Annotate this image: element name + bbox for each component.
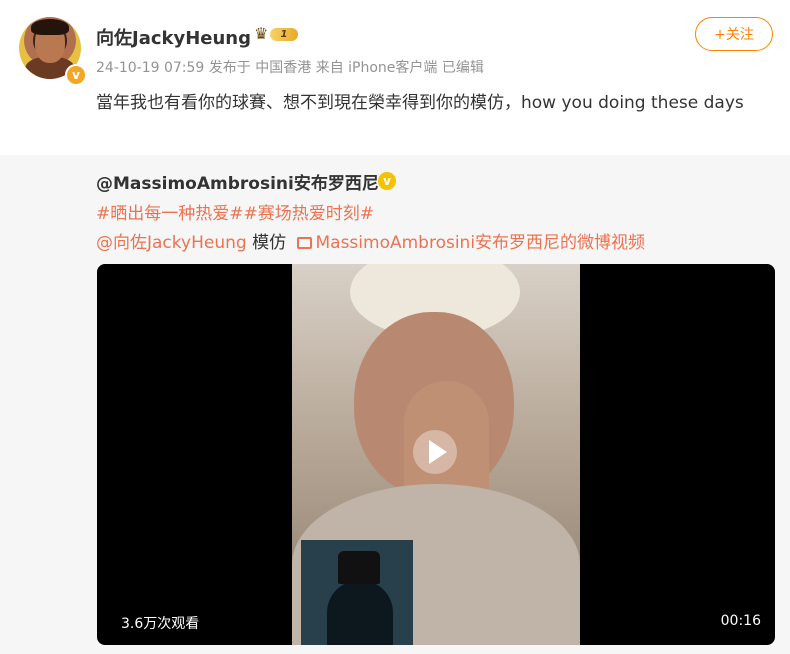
vip-level: 1 [270, 28, 298, 41]
video-link[interactable]: MassimoAmbrosini安布罗西尼的微博视频 [315, 233, 645, 253]
inset-hat [338, 551, 380, 584]
repost-author[interactable]: @MassimoAmbrosini安布罗西尼 [96, 169, 379, 194]
author-name[interactable]: 向佐JackyHeung [96, 24, 251, 50]
action-text: 模仿 [246, 233, 292, 253]
repost-description: @向佐JackyHeung 模仿 MassimoAmbrosini安布罗西尼的微… [96, 228, 645, 253]
inset-video [301, 540, 413, 645]
repost-card[interactable]: @MassimoAmbrosini安布罗西尼 v #晒出每一种热爱##赛场热爱时… [0, 155, 790, 654]
verified-badge-icon: v [65, 64, 87, 86]
video-link-icon[interactable] [297, 237, 313, 249]
mention-link[interactable]: @向佐JackyHeung [96, 233, 247, 253]
video-duration: 00:16 [720, 613, 761, 629]
weibo-post: v 向佐JackyHeung ♛ 1 24-10-19 07:59 发布于 中国… [0, 0, 790, 654]
view-count: 3.6万次观看 [121, 616, 200, 632]
topic-tags[interactable]: #晒出每一种热爱##赛场热爱时刻# [96, 199, 374, 224]
play-button[interactable] [413, 430, 457, 474]
avatar-hair [31, 19, 69, 35]
video-player[interactable]: 3.6万次观看 00:16 [97, 264, 775, 645]
gold-verified-icon: v [378, 172, 396, 190]
post-meta: 24-10-19 07:59 发布于 中国香港 来自 iPhone客户端 已编辑 [96, 60, 484, 76]
post-text: 當年我也有看你的球賽、想不到現在榮幸得到你的模仿，how you doing t… [96, 93, 744, 113]
inset-figure [327, 580, 393, 645]
vip-badge[interactable]: ♛ 1 [254, 24, 300, 44]
follow-button[interactable]: +关注 [695, 17, 773, 51]
play-icon [429, 440, 447, 464]
